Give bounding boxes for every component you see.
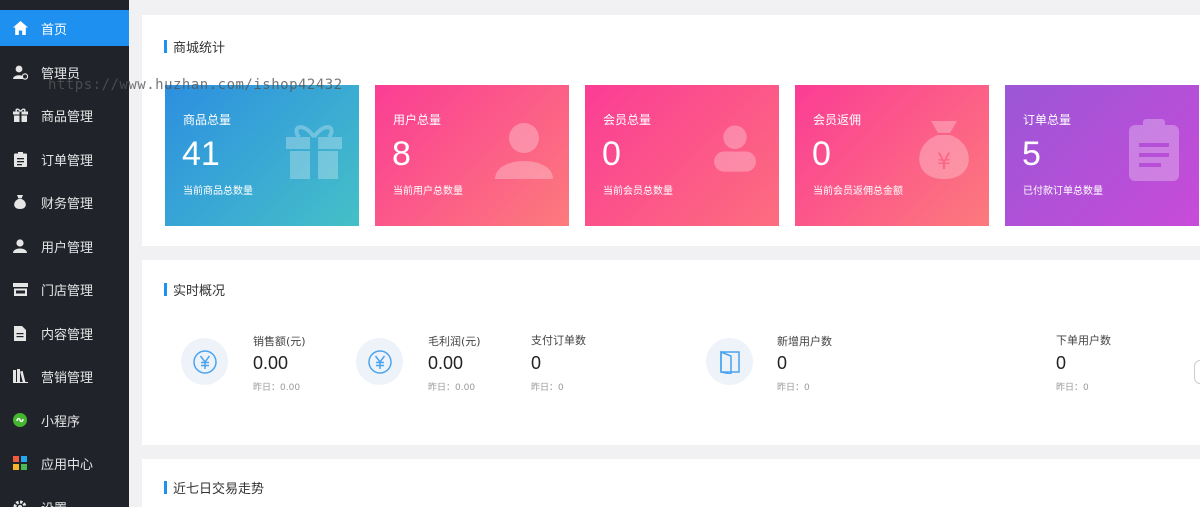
sidebar-item-app-center[interactable]: 应用中心 — [0, 445, 129, 481]
sidebar-item-label: 设置 — [41, 498, 67, 507]
card-title: 会员返佣 — [813, 113, 862, 127]
door-icon — [719, 350, 740, 374]
profit-icon-circle — [356, 338, 403, 385]
sidebar-item-orders[interactable]: 订单管理 — [0, 141, 129, 177]
books-icon — [12, 368, 28, 384]
home-icon — [12, 20, 28, 36]
sidebar-item-label: 门店管理 — [41, 283, 94, 299]
user-icon — [12, 238, 28, 254]
member-icon — [714, 125, 756, 172]
stat-card-products[interactable]: 商品总量 41 当前商品总数量 — [165, 85, 359, 226]
card-value: 0 — [812, 135, 831, 173]
gear-icon — [12, 499, 28, 507]
new-users-yesterday: 昨日：0 — [777, 383, 810, 393]
store-icon — [12, 281, 28, 297]
sidebar-item-label: 首页 — [41, 22, 68, 38]
realtime-panel: 实时概况 销售额(元) 0.00 昨日：0.00 毛利润(元) 0.00 昨日：… — [142, 260, 1200, 445]
user-gear-icon — [12, 64, 28, 80]
sidebar-item-content[interactable]: 内容管理 — [0, 315, 129, 351]
sidebar-item-label: 管理员 — [41, 66, 81, 82]
yuan-icon — [192, 349, 217, 374]
card-title: 用户总量 — [393, 113, 442, 127]
svg-text:¥: ¥ — [937, 150, 951, 175]
new-users-icon-circle — [706, 338, 753, 385]
card-subtitle: 当前商品总数量 — [183, 186, 253, 197]
yuan-icon — [367, 349, 392, 374]
sidebar-item-stores[interactable]: 门店管理 — [0, 271, 129, 307]
profit-yesterday: 昨日：0.00 — [428, 383, 476, 393]
sidebar: 首页 管理员 商品管理 订单管理 财务管理 用户管理 门店管理 内容管理 营销管… — [0, 0, 129, 507]
sales-label: 销售额(元) — [253, 335, 306, 348]
money-bag-icon: ¥ — [919, 121, 969, 179]
user-icon — [495, 123, 553, 179]
sales-yesterday: 昨日：0.00 — [253, 383, 301, 393]
gift-icon — [12, 107, 28, 123]
sales-value: 0.00 — [253, 353, 289, 373]
clipboard-icon — [1129, 119, 1179, 181]
sidebar-item-home[interactable]: 首页 — [0, 10, 129, 46]
card-subtitle: 当前用户总数量 — [393, 186, 463, 197]
sidebar-item-label: 订单管理 — [41, 153, 94, 169]
new-users-value: 0 — [777, 353, 788, 373]
card-value: 8 — [392, 135, 411, 173]
card-title: 会员总量 — [603, 113, 652, 127]
apps-icon — [12, 455, 28, 471]
card-value: 5 — [1022, 135, 1041, 173]
sidebar-item-marketing[interactable]: 营销管理 — [0, 358, 129, 394]
sidebar-item-users[interactable]: 用户管理 — [0, 228, 129, 264]
card-subtitle: 当前会员返佣总金额 — [813, 186, 903, 197]
sidebar-item-finance[interactable]: 财务管理 — [0, 184, 129, 220]
card-subtitle: 已付款订单总数量 — [1023, 186, 1103, 197]
carousel-next-button[interactable] — [1194, 360, 1200, 384]
mini-program-icon — [12, 412, 28, 428]
profit-value: 0.00 — [428, 353, 464, 373]
sidebar-item-settings[interactable]: 设置 — [0, 489, 129, 507]
sidebar-item-label: 营销管理 — [41, 370, 94, 386]
ordering-users-yesterday: 昨日：0 — [1056, 383, 1089, 393]
sidebar-item-label: 应用中心 — [41, 457, 94, 473]
gift-icon — [286, 125, 342, 179]
paid-orders-value: 0 — [531, 353, 542, 373]
card-title: 商品总量 — [183, 113, 232, 127]
sidebar-item-label: 小程序 — [41, 414, 81, 430]
trend-panel: 近七日交易走势 — [142, 459, 1200, 507]
paid-orders-yesterday: 昨日：0 — [531, 383, 564, 393]
stat-card-users[interactable]: 用户总量 8 当前用户总数量 — [375, 85, 569, 226]
stat-card-members[interactable]: 会员总量 0 当前会员总数量 — [585, 85, 779, 226]
sidebar-item-label: 内容管理 — [41, 327, 94, 343]
paid-orders-label: 支付订单数 — [531, 334, 586, 347]
mall-stats-panel: 商城统计 商品总量 41 当前商品总数量 用户总量 8 当前用户总数量 会员总量… — [142, 15, 1200, 246]
sidebar-item-label: 财务管理 — [41, 196, 94, 212]
realtime-title: 实时概况 — [164, 280, 225, 299]
document-icon — [12, 325, 28, 341]
top-spacer — [142, 0, 1200, 5]
mall-stats-title: 商城统计 — [164, 37, 225, 56]
clipboard-icon — [12, 151, 28, 167]
stat-card-orders[interactable]: 订单总量 5 已付款订单总数量 — [1005, 85, 1199, 226]
card-subtitle: 当前会员总数量 — [603, 186, 673, 197]
stat-card-commission[interactable]: 会员返佣 0 当前会员返佣总金额 ¥ — [795, 85, 989, 226]
sidebar-item-label: 用户管理 — [41, 240, 94, 256]
ordering-users-value: 0 — [1056, 353, 1067, 373]
trend-title: 近七日交易走势 — [164, 478, 264, 497]
sidebar-item-label: 商品管理 — [41, 109, 94, 125]
sidebar-item-admin[interactable]: 管理员 — [0, 54, 129, 90]
card-title: 订单总量 — [1023, 113, 1072, 127]
new-users-label: 新增用户数 — [777, 335, 832, 348]
profit-label: 毛利润(元) — [428, 335, 481, 348]
sidebar-item-mini-program[interactable]: 小程序 — [0, 402, 129, 438]
ordering-users-label: 下单用户数 — [1056, 334, 1111, 347]
card-value: 0 — [602, 135, 621, 173]
sales-icon-circle — [181, 338, 228, 385]
card-value: 41 — [182, 135, 220, 173]
sidebar-item-products[interactable]: 商品管理 — [0, 97, 129, 133]
money-bag-icon — [12, 194, 28, 210]
